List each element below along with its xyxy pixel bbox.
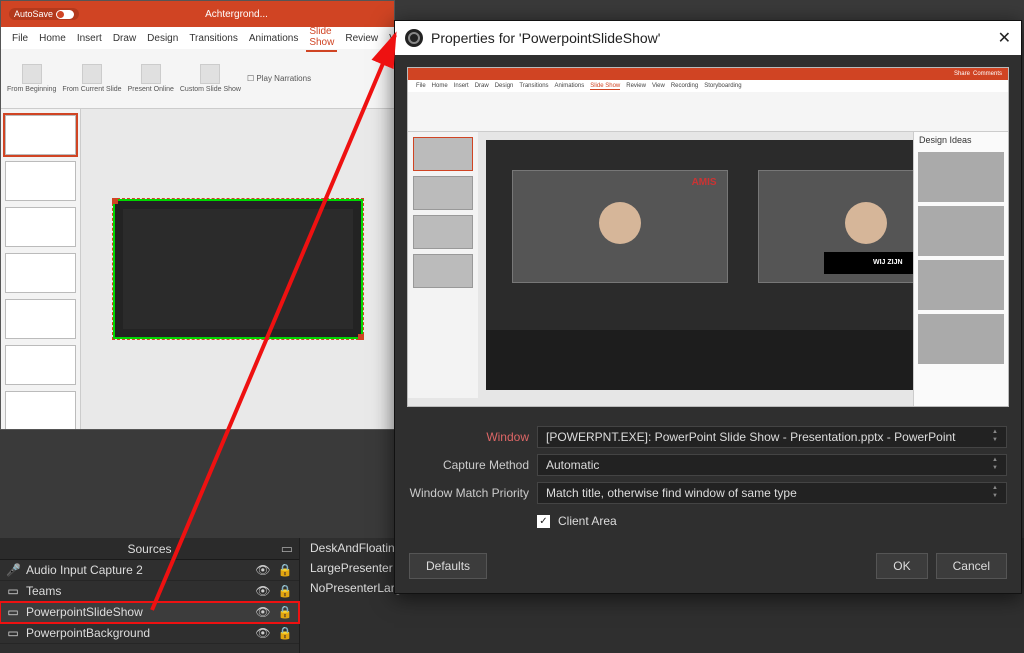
obs-logo-icon (405, 29, 423, 47)
capture-method-select[interactable]: Automatic▲▼ (537, 454, 1007, 476)
close-icon[interactable]: ✕ (998, 28, 1011, 48)
eye-icon[interactable]: 👁 (255, 563, 271, 577)
source-row-selected[interactable]: ▭PowerpointSlideShow👁🔒 (0, 602, 299, 623)
menu-design[interactable]: Design (144, 31, 181, 46)
priority-label: Window Match Priority (409, 486, 529, 500)
ok-button[interactable]: OK (876, 553, 927, 579)
sources-header: Sources▭ (0, 538, 299, 560)
design-ideas-pane: Design Ideas (913, 132, 1008, 406)
properties-dialog: Properties for 'PowerpointSlideShow' ✕ S… (394, 20, 1022, 594)
menu-file[interactable]: File (9, 31, 31, 46)
window-icon: ▭ (6, 605, 20, 619)
menu-animations[interactable]: Animations (246, 31, 301, 46)
add-source-icon[interactable]: ▭ (281, 541, 293, 557)
lock-icon[interactable]: 🔒 (277, 626, 293, 640)
slide-thumbnails[interactable] (1, 109, 81, 429)
source-row[interactable]: ▭Teams👁🔒 (0, 581, 299, 602)
window-icon: ▭ (6, 626, 20, 640)
selected-source-outline[interactable] (113, 199, 363, 339)
eye-icon[interactable]: 👁 (255, 605, 271, 619)
eye-icon[interactable]: 👁 (255, 584, 271, 598)
powerpoint-window: AutoSave Achtergrond... File Home Insert… (0, 0, 395, 430)
amis-logo: AMIS (692, 177, 717, 188)
sources-panel: Sources▭ 🎤Audio Input Capture 2👁🔒 ▭Teams… (0, 538, 300, 653)
dialog-title: Properties for 'PowerpointSlideShow' (431, 30, 660, 46)
properties-form: Window [POWERPNT.EXE]: PowerPoint Slide … (395, 419, 1021, 545)
slide-canvas[interactable] (81, 109, 394, 429)
capture-method-label: Capture Method (409, 458, 529, 472)
cancel-button[interactable]: Cancel (936, 553, 1007, 579)
mic-icon: 🎤 (6, 563, 20, 577)
mini-menu: FileHomeInsertDrawDesignTransitionsAnima… (408, 80, 1008, 92)
custom-show-icon[interactable] (200, 64, 220, 84)
menu-draw[interactable]: Draw (110, 31, 139, 46)
mini-thumbs (408, 132, 478, 398)
from-current-icon[interactable] (82, 64, 102, 84)
source-row[interactable]: 🎤Audio Input Capture 2👁🔒 (0, 560, 299, 581)
menu-transitions[interactable]: Transitions (186, 31, 241, 46)
menu-home[interactable]: Home (36, 31, 69, 46)
ppt-menu: File Home Insert Draw Design Transitions… (1, 27, 394, 49)
menu-review[interactable]: Review (342, 31, 381, 46)
menu-insert[interactable]: Insert (74, 31, 105, 46)
from-beginning-icon[interactable] (22, 64, 42, 84)
lock-icon[interactable]: 🔒 (277, 605, 293, 619)
window-label: Window (409, 430, 529, 444)
eye-icon[interactable]: 👁 (255, 626, 271, 640)
source-row[interactable]: ▭PowerpointBackground👁🔒 (0, 623, 299, 644)
lock-icon[interactable]: 🔒 (277, 584, 293, 598)
lock-icon[interactable]: 🔒 (277, 563, 293, 577)
menu-slideshow[interactable]: Slide Show (306, 24, 337, 52)
priority-select[interactable]: Match title, otherwise find window of sa… (537, 482, 1007, 504)
dialog-titlebar: Properties for 'PowerpointSlideShow' ✕ (395, 21, 1021, 55)
window-select[interactable]: [POWERPNT.EXE]: PowerPoint Slide Show - … (537, 426, 1007, 448)
autosave-toggle[interactable]: AutoSave (9, 8, 79, 20)
client-area-checkbox[interactable]: ✓ (537, 515, 550, 528)
present-online-icon[interactable] (141, 64, 161, 84)
ppt-ribbon: From Beginning From Current Slide Presen… (1, 49, 394, 109)
window-icon: ▭ (6, 584, 20, 598)
defaults-button[interactable]: Defaults (409, 553, 487, 579)
source-preview: ShareComments FileHomeInsertDrawDesignTr… (407, 67, 1009, 407)
ppt-title: Achtergrond... (205, 9, 268, 20)
client-area-label: Client Area (558, 514, 617, 528)
